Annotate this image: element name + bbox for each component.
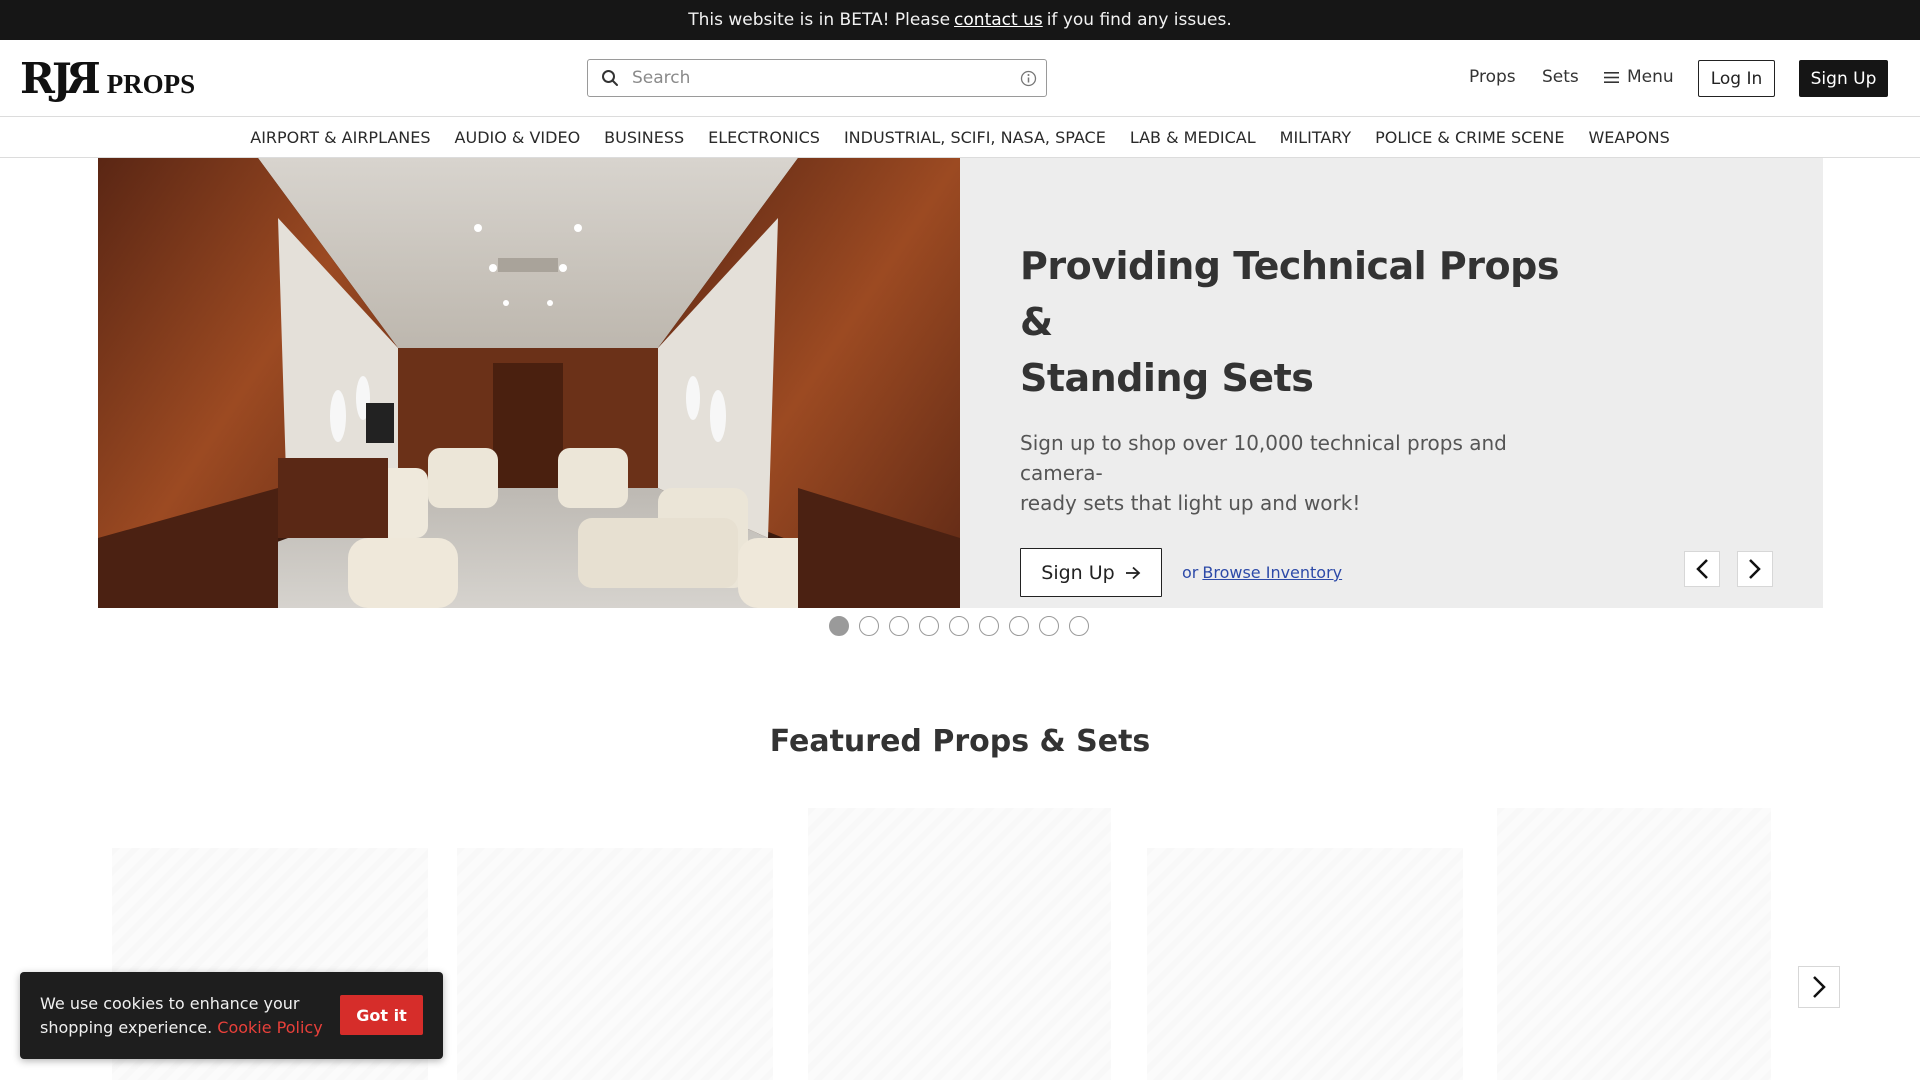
category-lab-medical[interactable]: LAB & MEDICAL xyxy=(1130,128,1256,147)
logo-text: PROPS xyxy=(106,69,196,99)
hero-signup-label: Sign Up xyxy=(1041,561,1115,584)
arrow-right-icon xyxy=(1125,566,1141,579)
featured-next-button[interactable] xyxy=(1798,966,1840,1008)
info-icon[interactable] xyxy=(1010,70,1046,87)
category-police-crime-scene[interactable]: POLICE & CRIME SCENE xyxy=(1375,128,1564,147)
category-nav: AIRPORT & AIRPLANES AUDIO & VIDEO BUSINE… xyxy=(0,117,1920,158)
category-industrial-scifi-nasa-space[interactable]: INDUSTRIAL, SCIFI, NASA, SPACE xyxy=(844,128,1106,147)
carousel-dot-6[interactable] xyxy=(979,616,999,636)
carousel-dot-5[interactable] xyxy=(949,616,969,636)
carousel-dot-2[interactable] xyxy=(859,616,879,636)
category-electronics[interactable]: ELECTRONICS xyxy=(708,128,820,147)
nav-props-link[interactable]: Props xyxy=(1469,67,1516,87)
chevron-left-icon xyxy=(1696,559,1708,579)
featured-card-4[interactable] xyxy=(1147,848,1463,1080)
menu-label: Menu xyxy=(1627,67,1674,87)
hero-next-button[interactable] xyxy=(1737,551,1773,587)
cookie-banner: We use cookies to enhance your shopping … xyxy=(20,972,443,1059)
carousel-dot-8[interactable] xyxy=(1039,616,1059,636)
site-header: RJR PROPS Props Sets Menu Log In Sign Up xyxy=(0,40,1920,117)
hero-subtitle: Sign up to shop over 10,000 technical pr… xyxy=(1020,431,1507,515)
hero-slide: Providing Technical Props & Standing Set… xyxy=(98,158,1823,608)
carousel-dot-7[interactable] xyxy=(1009,616,1029,636)
chevron-right-icon xyxy=(1813,976,1826,998)
hamburger-icon xyxy=(1604,71,1619,83)
nav-sets-link[interactable]: Sets xyxy=(1542,67,1579,87)
beta-banner: This website is in BETA! Please contact … xyxy=(0,0,1920,40)
beta-text-before: This website is in BETA! Please xyxy=(688,10,951,30)
featured-title: Featured Props & Sets xyxy=(769,724,1151,759)
carousel-dot-9[interactable] xyxy=(1069,616,1089,636)
carousel-dots xyxy=(829,616,1089,636)
signup-button[interactable]: Sign Up xyxy=(1799,60,1888,97)
category-audio-video[interactable]: AUDIO & VIDEO xyxy=(455,128,581,147)
cookie-text: We use cookies to enhance your shopping … xyxy=(40,993,323,1037)
featured-card-2[interactable] xyxy=(457,848,773,1080)
logo-mark: RJR xyxy=(20,54,101,103)
category-airport-airplanes[interactable]: AIRPORT & AIRPLANES xyxy=(250,128,430,147)
contact-us-link[interactable]: contact us xyxy=(954,10,1043,30)
menu-button[interactable]: Menu xyxy=(1604,67,1674,87)
browse-inventory-text: or Browse Inventory xyxy=(1182,563,1343,582)
featured-card-3[interactable] xyxy=(808,808,1111,1080)
featured-card-5[interactable] xyxy=(1497,808,1771,1080)
category-military[interactable]: MILITARY xyxy=(1280,128,1352,147)
carousel-dot-3[interactable] xyxy=(889,616,909,636)
search-box xyxy=(587,59,1047,97)
carousel-dot-4[interactable] xyxy=(919,616,939,636)
hero-image-airplane-interior xyxy=(98,158,960,608)
hero-title: Providing Technical Props & Standing Set… xyxy=(1020,244,1559,400)
logo[interactable]: RJR PROPS xyxy=(20,54,195,103)
beta-text-after: if you find any issues. xyxy=(1046,10,1232,30)
login-button[interactable]: Log In xyxy=(1698,60,1775,97)
carousel-dot-1[interactable] xyxy=(829,616,849,636)
hero-content: Providing Technical Props & Standing Set… xyxy=(1020,238,1580,597)
category-weapons[interactable]: WEAPONS xyxy=(1588,128,1669,147)
cookie-accept-button[interactable]: Got it xyxy=(340,995,423,1035)
category-business[interactable]: BUSINESS xyxy=(604,128,684,147)
browse-inventory-link[interactable]: Browse Inventory xyxy=(1202,563,1342,582)
search-input[interactable] xyxy=(632,68,1010,88)
cookie-policy-link[interactable]: Cookie Policy xyxy=(217,1018,322,1037)
chevron-right-icon xyxy=(1749,559,1761,579)
hero-signup-button[interactable]: Sign Up xyxy=(1020,548,1162,597)
hero-prev-button[interactable] xyxy=(1684,551,1720,587)
search-icon xyxy=(588,69,632,87)
hero-actions: Sign Up or Browse Inventory xyxy=(1020,548,1580,597)
